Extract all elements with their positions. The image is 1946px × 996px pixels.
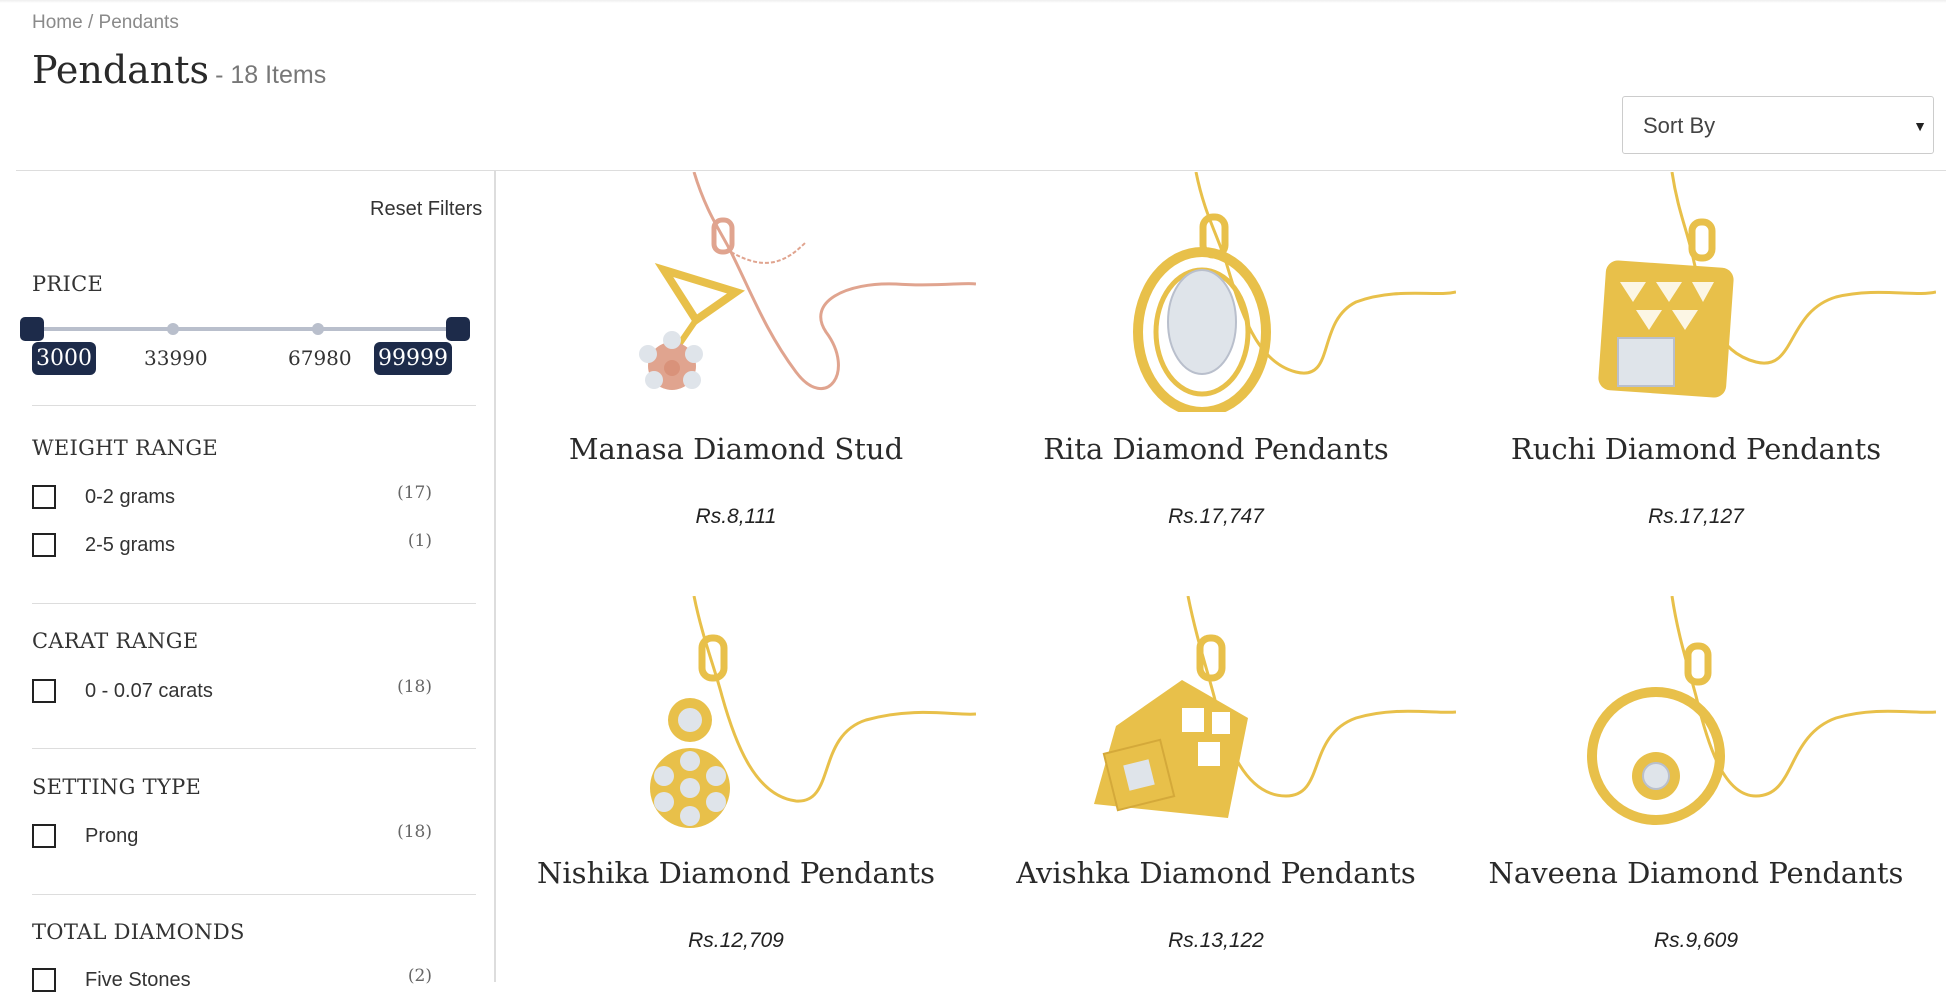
price-max-label: 99999 [374,342,452,375]
breadcrumb-separator: / [82,12,99,33]
floral-drop-pendant-icon[interactable] [496,596,976,836]
product-price: Rs.9,609 [1653,929,1739,952]
filter-option-label: 0 - 0.07 carats [85,680,213,702]
chevron-down-icon: ▼ [1913,118,1927,134]
product-name[interactable]: Nishika Diamond Pendants [496,856,976,890]
filter-option-count: (2) [407,966,432,986]
price-heading: PRICE [32,272,104,296]
price-tick-label: 33990 [144,346,208,370]
price-tick-label: 67980 [288,346,352,370]
filter-option-weight-0-2[interactable]: 0-2 grams (17) [32,483,432,513]
checkbox[interactable] [32,679,56,703]
product-price: Rs.17,747 [1168,505,1264,528]
ring-pendant-icon[interactable] [1456,596,1936,836]
filter-option-label: 2-5 grams [85,534,176,556]
weight-heading: WEIGHT RANGE [32,436,219,460]
price-min-handle[interactable] [20,317,44,341]
breadcrumb-home[interactable]: Home [32,12,83,33]
filter-option-label: 0-2 grams [85,486,176,508]
product-name[interactable]: Avishka Diamond Pendants [976,856,1456,890]
header-divider [16,170,1946,171]
sort-by-label: Sort By [1643,113,1716,138]
page-title: Pendants - 18 Items [32,48,326,92]
product-price: Rs.13,122 [1168,929,1264,952]
filter-option-carat[interactable]: 0 - 0.07 carats (18) [32,677,432,707]
page-title-text: Pendants [32,48,210,92]
breadcrumb-current[interactable]: Pendants [99,12,179,33]
checkbox[interactable] [32,485,56,509]
filter-option-label: Five Stones [85,969,191,991]
product-price: Rs.8,111 [695,505,777,528]
price-min-label: 3000 [32,342,96,375]
square-pendant-icon[interactable] [1456,172,1936,412]
filter-divider [32,603,476,604]
product-price: Rs.12,709 [688,929,784,952]
flower-pendant-icon[interactable] [496,172,976,412]
product-name[interactable]: Rita Diamond Pendants [976,432,1456,466]
total-diamonds-heading: TOTAL DIAMONDS [32,920,245,944]
filter-option-count: (1) [407,531,432,551]
filter-option-weight-2-5[interactable]: 2-5 grams (1) [32,531,432,561]
filter-option-count: (18) [397,677,432,697]
filter-option-prong[interactable]: Prong (18) [32,822,432,852]
filter-option-five-stones[interactable]: Five Stones (2) [32,966,432,996]
product-price: Rs.17,127 [1648,505,1744,528]
item-count: - 18 Items [215,61,327,89]
checkbox[interactable] [32,824,56,848]
diamond-square-pendant-icon[interactable] [976,596,1456,836]
price-tick-dot [167,323,179,335]
carat-heading: CARAT RANGE [32,629,199,653]
top-shadow [0,0,1946,3]
checkbox[interactable] [32,533,56,557]
price-slider-track[interactable] [40,327,458,331]
filter-option-label: Prong [85,825,139,847]
price-max-value: 99999 [374,342,452,375]
setting-heading: SETTING TYPE [32,775,202,799]
product-name[interactable]: Naveena Diamond Pendants [1456,856,1936,890]
filter-divider [32,894,476,895]
product-name[interactable]: Ruchi Diamond Pendants [1456,432,1936,466]
filter-option-count: (17) [397,483,432,503]
breadcrumb: Home / Pendants [32,12,179,34]
price-max-handle[interactable] [446,317,470,341]
filter-divider [32,748,476,749]
product-name[interactable]: Manasa Diamond Stud [496,432,976,466]
price-tick-dot [312,323,324,335]
reset-filters-link[interactable]: Reset Filters [370,198,482,221]
checkbox[interactable] [32,968,56,992]
sort-by-select[interactable]: Sort By ▼ [1622,96,1934,154]
oval-pendant-icon[interactable] [976,172,1456,412]
filter-divider [32,405,476,406]
price-min-value: 3000 [32,342,96,375]
filter-option-count: (18) [397,822,432,842]
